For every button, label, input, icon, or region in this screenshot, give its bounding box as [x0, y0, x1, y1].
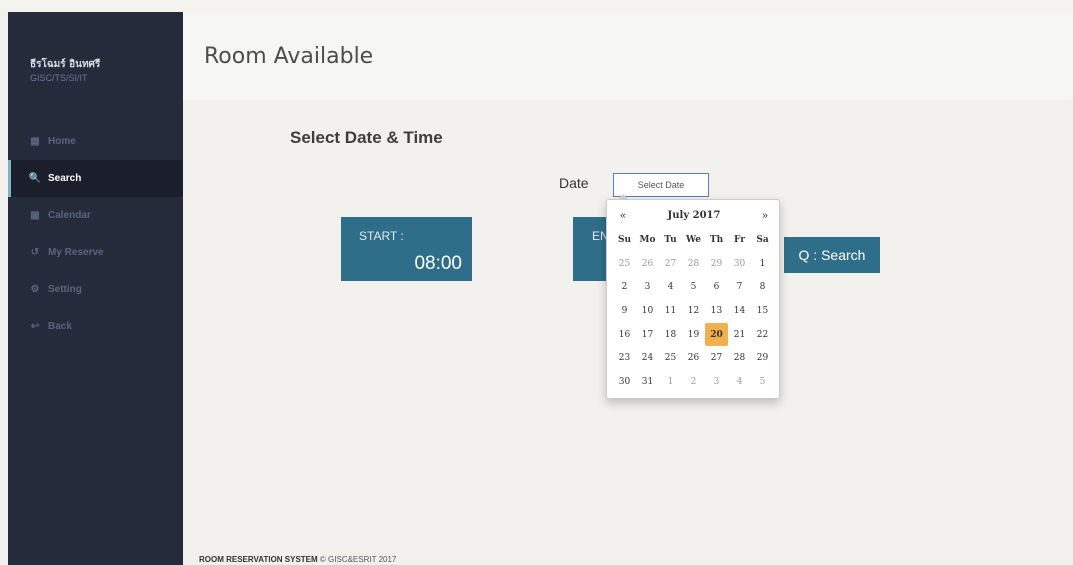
prev-month-button[interactable]: «	[613, 209, 633, 222]
calendar-day[interactable]: 26	[682, 346, 705, 370]
sidebar-item-search[interactable]: 🔍 Search	[8, 160, 183, 197]
weekday-header: Sa	[756, 234, 769, 245]
user-dept: GISC/TS/SI/IT	[30, 73, 88, 83]
calendar-day[interactable]: 19	[682, 323, 705, 347]
weekday-header: We	[685, 234, 702, 245]
search-button-label: Q : Search	[798, 247, 866, 263]
calendar-day[interactable]: 29	[751, 346, 774, 370]
footer-copyright: © GISC&ESRIT 2017	[319, 555, 397, 564]
datepicker-header: « July 2017 »	[613, 205, 775, 225]
sidebar: ธีรโฉมร์ อินทศรี GISC/TS/SI/IT ▦ Home 🔍 Sea…	[8, 12, 183, 565]
calendar-day[interactable]: 10	[636, 299, 659, 323]
sidebar-item-back[interactable]: ↩ Back	[8, 308, 183, 345]
calendar-day[interactable]: 25	[613, 252, 636, 276]
calendar-day[interactable]: 3	[636, 275, 659, 299]
calendar-day[interactable]: 11	[659, 299, 682, 323]
calendar-day[interactable]: 12	[682, 299, 705, 323]
calendar-day[interactable]: 15	[751, 299, 774, 323]
date-placeholder: Select Date	[637, 180, 685, 190]
sidebar-item-label: Home	[48, 136, 76, 147]
calendar-day[interactable]: 23	[613, 346, 636, 370]
calendar-day[interactable]: 18	[659, 323, 682, 347]
back-icon: ↩	[30, 321, 40, 332]
history-icon: ↺	[30, 247, 40, 258]
date-label: Date	[559, 175, 589, 191]
calendar-day[interactable]: 14	[728, 299, 751, 323]
calendar-day[interactable]: 4	[659, 275, 682, 299]
calendar-day[interactable]: 22	[751, 323, 774, 347]
footer-brand: ROOM RESERVATION SYSTEM	[199, 555, 318, 564]
calendar-day[interactable]: 28	[682, 252, 705, 276]
calendar-day[interactable]: 13	[705, 299, 728, 323]
calendar-day[interactable]: 4	[728, 370, 751, 394]
top-strip	[0, 0, 1073, 12]
user-name: ธีรโฉมร์ อินทศรี	[30, 59, 101, 70]
footer: ROOM RESERVATION SYSTEM © GISC&ESRIT 201…	[199, 555, 396, 564]
selected-day[interactable]: 20	[705, 322, 728, 347]
sidebar-item-label: Calendar	[48, 210, 91, 221]
sidebar-item-label: Search	[48, 173, 82, 184]
sidebar-nav: ▦ Home 🔍 Search ▦ Calendar ↺ My Reserve ⚙ Setting…	[8, 123, 183, 345]
calendar-day[interactable]: 2	[613, 275, 636, 299]
grid-icon: ▦	[30, 136, 40, 147]
calendar-day[interactable]: 6	[705, 275, 728, 299]
sidebar-item-setting[interactable]: ⚙ Setting	[8, 271, 183, 308]
month-label[interactable]: July 2017	[668, 210, 721, 221]
calendar-day[interactable]: 21	[728, 323, 751, 347]
weekday-header: Th	[709, 234, 724, 245]
calendar-day[interactable]: 1	[751, 252, 774, 276]
page-title: Room Available	[204, 44, 374, 69]
calendar-day[interactable]: 27	[705, 346, 728, 370]
calendar-day[interactable]: 16	[613, 323, 636, 347]
sidebar-item-label: Back	[48, 321, 72, 332]
calendar-day[interactable]: 30	[613, 370, 636, 394]
calendar-day[interactable]: 26	[636, 252, 659, 276]
datepicker-caret	[617, 194, 629, 200]
calendar-day[interactable]: 8	[751, 275, 774, 299]
weekday-header: Su	[617, 234, 632, 245]
datepicker-grid: Su Mo Tu We Th Fr Sa 25 26 27 28 29 30 1 2 3 4 5 6 7 8 9 10 11 1…	[613, 228, 775, 394]
user-profile: ธีรโฉมร์ อินทศรี GISC/TS/SI/IT	[30, 58, 100, 84]
sidebar-item-home[interactable]: ▦ Home	[8, 123, 183, 160]
sidebar-item-calendar[interactable]: ▦ Calendar	[8, 197, 183, 234]
sidebar-item-label: My Reserve	[48, 247, 104, 258]
calendar-day[interactable]: 31	[636, 370, 659, 394]
gear-icon: ⚙	[30, 284, 40, 295]
calendar-day[interactable]: 27	[659, 252, 682, 276]
calendar-day[interactable]: 24	[636, 346, 659, 370]
calendar-day[interactable]: 2	[682, 370, 705, 394]
search-icon: 🔍	[28, 173, 42, 184]
calendar-day[interactable]: 5	[751, 370, 774, 394]
sidebar-item-my-reserve[interactable]: ↺ My Reserve	[8, 234, 183, 271]
calendar-day[interactable]: 7	[728, 275, 751, 299]
next-month-button[interactable]: »	[755, 209, 775, 222]
start-time-label: START :	[359, 229, 404, 243]
calendar-day[interactable]: 25	[659, 346, 682, 370]
section-title: Select Date & Time	[290, 128, 443, 147]
calendar-day[interactable]: 1	[659, 370, 682, 394]
weekday-header: Fr	[734, 234, 745, 245]
sidebar-item-label: Setting	[48, 284, 82, 295]
weekday-header: Tu	[664, 234, 677, 245]
start-time-button[interactable]: START : 08:00	[341, 217, 472, 281]
start-time-value: 08:00	[414, 253, 462, 274]
page-header: Room Available	[183, 12, 1073, 100]
calendar-day[interactable]: 5	[682, 275, 705, 299]
calendar-day[interactable]: 17	[636, 323, 659, 347]
calendar-icon: ▦	[30, 210, 40, 221]
datepicker-popup: « July 2017 » Su Mo Tu We Th Fr Sa 25 26 27 28 29 30…	[606, 194, 780, 399]
search-button[interactable]: Q : Search	[784, 237, 880, 273]
calendar-day[interactable]: 28	[728, 346, 751, 370]
calendar-day[interactable]: 30	[728, 252, 751, 276]
calendar-day[interactable]: 3	[705, 370, 728, 394]
weekday-header: Mo	[639, 234, 656, 245]
calendar-day[interactable]: 9	[613, 299, 636, 323]
calendar-day[interactable]: 29	[705, 252, 728, 276]
